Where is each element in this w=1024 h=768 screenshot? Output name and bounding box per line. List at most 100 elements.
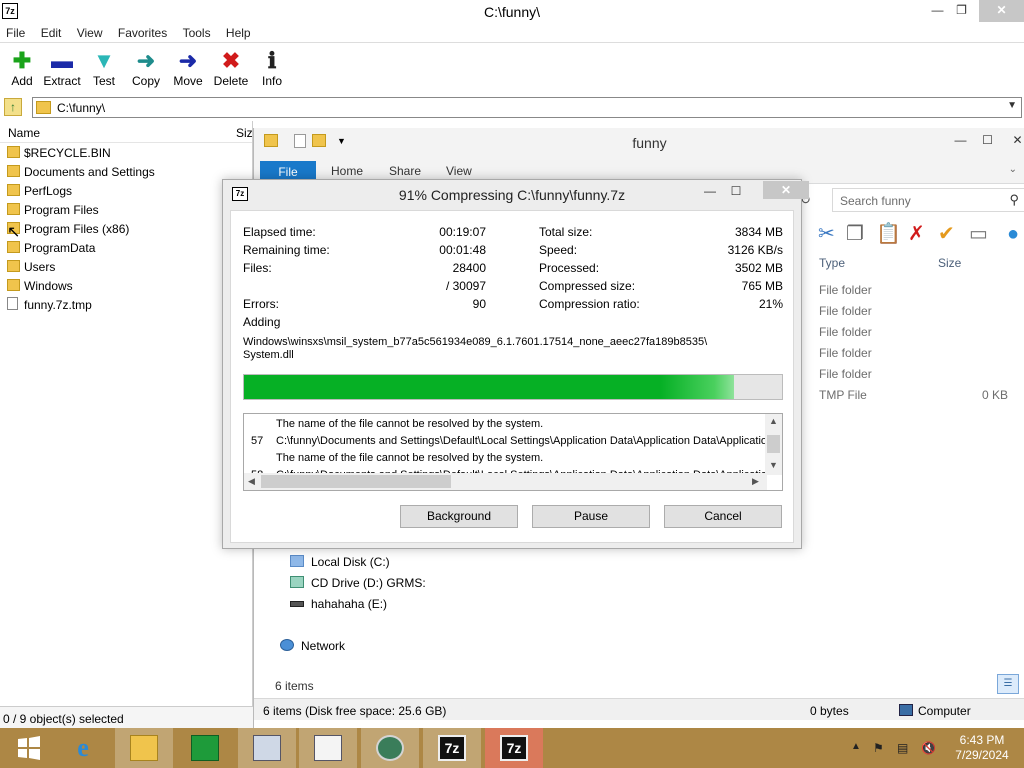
scroll-right-icon[interactable]: ▶ xyxy=(752,476,759,487)
file-row[interactable]: Documents and Settings xyxy=(0,162,252,181)
checkmark-icon[interactable]: ✔ xyxy=(938,222,955,246)
taskbar-performance-monitor[interactable] xyxy=(238,728,296,768)
menu-bar: File Edit View Favorites Tools Help xyxy=(0,23,1024,43)
taskbar-clock[interactable]: 6:43 PM 7/29/2024 xyxy=(946,733,1018,763)
properties-globe-icon[interactable]: ● xyxy=(1007,222,1019,246)
add-button[interactable]: ✚ Add xyxy=(0,48,44,92)
folder-icon xyxy=(7,260,20,272)
menu-tools[interactable]: Tools xyxy=(177,23,217,43)
delete-x-icon[interactable]: ✗ xyxy=(908,222,925,246)
list-item[interactable]: TMP File 0 KB xyxy=(819,388,1009,409)
menu-file[interactable]: File xyxy=(0,23,31,43)
tab-home[interactable]: Home xyxy=(331,164,363,178)
scroll-down-icon[interactable]: ▼ xyxy=(769,460,778,470)
file-row[interactable]: $RECYCLE.BIN xyxy=(0,143,252,162)
list-item[interactable]: File folder xyxy=(819,346,1009,367)
list-item[interactable]: File folder xyxy=(819,367,1009,388)
extract-button[interactable]: ▬ Extract xyxy=(40,48,84,92)
dialog-titlebar: 7z 91% Compressing C:\funny\funny.7z — ☐… xyxy=(223,180,809,208)
maximize-button[interactable]: ☐ xyxy=(974,130,1001,152)
volume-muted-icon[interactable]: 🔇 xyxy=(921,741,936,755)
file-row[interactable]: Program Files (x86) xyxy=(0,219,252,238)
search-input[interactable]: Search funny ⚲ xyxy=(832,188,1024,212)
nav-network[interactable]: Network xyxy=(280,639,345,653)
processed-value: 3502 MB xyxy=(734,261,783,275)
list-item[interactable]: File folder xyxy=(819,283,1009,304)
pause-button[interactable]: Pause xyxy=(532,505,650,528)
paste-icon[interactable]: 📋 xyxy=(876,222,901,246)
compressed-size-value: 765 MB xyxy=(741,279,783,293)
minimize-button[interactable]: — xyxy=(924,0,951,22)
tray-chevron-up-icon[interactable]: ▲ xyxy=(851,741,861,752)
action-center-flag-icon[interactable]: ⚑ xyxy=(873,741,884,755)
copy-button[interactable]: ➜ Copy xyxy=(124,48,168,92)
test-button[interactable]: ▼ Test xyxy=(82,48,126,92)
window-title: C:\funny\ xyxy=(483,4,541,20)
tab-view[interactable]: View xyxy=(446,164,472,178)
globe-app-icon xyxy=(376,735,404,761)
copy-icon[interactable]: ❐ xyxy=(846,222,864,246)
delete-button[interactable]: ✖ Delete xyxy=(209,48,253,92)
details-view-icon[interactable]: ☰ xyxy=(997,674,1019,694)
scroll-left-icon[interactable]: ◀ xyxy=(248,476,255,487)
info-button[interactable]: ℹ Info xyxy=(250,48,294,92)
list-item[interactable]: File folder xyxy=(819,325,1009,346)
chevron-down-icon[interactable]: ▼ xyxy=(1007,100,1017,111)
column-name[interactable]: Name xyxy=(8,126,40,140)
tab-share[interactable]: Share xyxy=(389,164,421,178)
taskbar-internet-explorer[interactable]: e xyxy=(54,728,112,768)
taskbar-store[interactable] xyxy=(176,728,234,768)
start-button[interactable] xyxy=(0,728,58,768)
menu-favorites[interactable]: Favorites xyxy=(112,23,173,43)
search-icon[interactable]: ⚲ xyxy=(1009,192,1019,208)
network-tray-icon[interactable]: ▤ xyxy=(897,741,908,755)
file-row[interactable]: Program Files xyxy=(0,200,252,219)
taskbar-globe-app[interactable] xyxy=(361,728,419,768)
toolbar: ✚ Add ▬ Extract ▼ Test ➜ Copy ➜ Move ✖ D… xyxy=(0,44,1024,94)
file-row[interactable]: ProgramData xyxy=(0,238,252,257)
minimize-button[interactable]: — xyxy=(697,182,723,200)
background-button[interactable]: Background xyxy=(400,505,518,528)
nav-removable-drive[interactable]: hahahaha (E:) xyxy=(290,597,387,611)
taskbar-document[interactable] xyxy=(299,728,357,768)
move-button[interactable]: ➜ Move xyxy=(166,48,210,92)
column-type[interactable]: Type xyxy=(819,256,845,270)
close-button[interactable]: ✕ xyxy=(979,0,1024,22)
scroll-thumb[interactable] xyxy=(261,475,451,488)
up-folder-icon[interactable]: ↑ xyxy=(4,98,22,116)
list-item[interactable]: File folder xyxy=(819,304,1009,325)
taskbar-7zip-progress[interactable]: 7z xyxy=(485,728,543,768)
nav-local-disk[interactable]: Local Disk (C:) xyxy=(290,555,390,569)
file-row[interactable]: Windows xyxy=(0,276,252,295)
nav-cd-drive[interactable]: CD Drive (D:) GRMS: xyxy=(290,576,426,590)
current-file-path: Windows\winsxs\msil_system_b77a5c561934e… xyxy=(243,336,708,348)
close-button[interactable]: ✕ xyxy=(1004,130,1024,152)
rename-icon[interactable]: ▭ xyxy=(969,222,988,246)
restore-button[interactable]: ❐ xyxy=(948,0,975,22)
internet-explorer-icon: e xyxy=(77,733,89,762)
close-button[interactable]: ✕ xyxy=(763,181,809,199)
menu-view[interactable]: View xyxy=(71,23,109,43)
progress-fill xyxy=(244,375,734,399)
minimize-button[interactable]: — xyxy=(947,130,974,152)
scroll-up-icon[interactable]: ▲ xyxy=(769,416,778,426)
file-row[interactable]: Users xyxy=(0,257,252,276)
file-row[interactable]: PerfLogs xyxy=(0,181,252,200)
menu-edit[interactable]: Edit xyxy=(35,23,68,43)
copy-arrow-icon: ➜ xyxy=(136,48,156,73)
maximize-button[interactable]: ☐ xyxy=(723,182,749,200)
cut-icon[interactable]: ✂ xyxy=(818,222,835,246)
vertical-scrollbar[interactable]: ▲ ▼ xyxy=(765,414,782,475)
column-size[interactable]: Size xyxy=(938,256,961,270)
file-row[interactable]: funny.7z.tmp xyxy=(0,295,252,314)
compressed-size-label: Compressed size: xyxy=(539,279,636,293)
cancel-button[interactable]: Cancel xyxy=(664,505,782,528)
path-combobox[interactable]: C:\funny\ ▼ xyxy=(32,97,1022,118)
menu-help[interactable]: Help xyxy=(220,23,257,43)
file-list-header: Name Size xyxy=(0,121,259,143)
taskbar-file-explorer[interactable] xyxy=(115,728,173,768)
horizontal-scrollbar[interactable]: ◀ ▶ xyxy=(244,473,767,490)
taskbar-7zip[interactable]: 7z xyxy=(423,728,481,768)
scroll-thumb[interactable] xyxy=(767,435,780,453)
chevron-down-icon[interactable]: ⌄ xyxy=(1009,164,1017,175)
